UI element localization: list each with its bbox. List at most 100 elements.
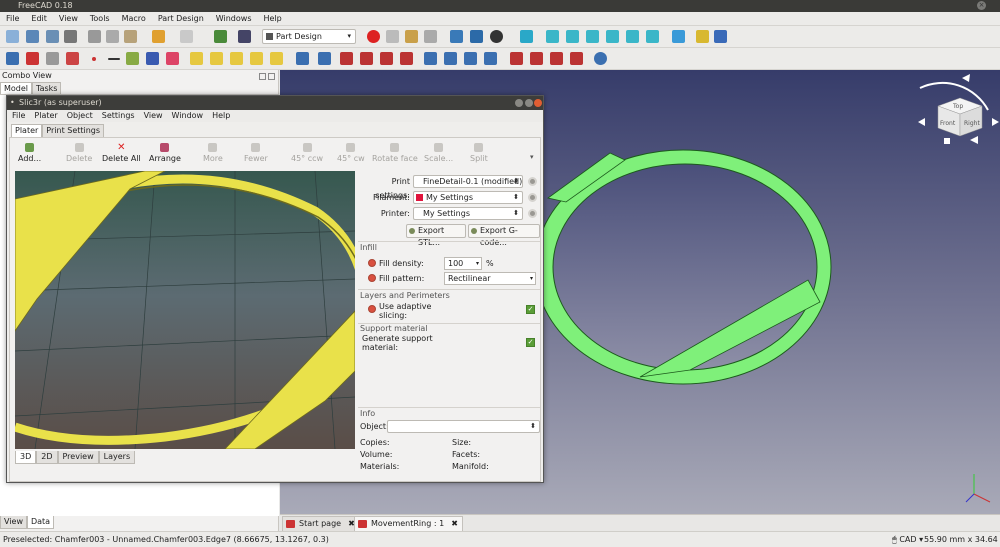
menu-tools[interactable]: Tools — [84, 12, 116, 23]
menu-edit[interactable]: Edit — [25, 12, 53, 23]
copy-icon[interactable] — [106, 30, 119, 43]
menu-macro[interactable]: Macro — [116, 12, 152, 23]
scale-button[interactable]: Scale... — [424, 143, 453, 163]
subtractive-primitive-icon[interactable] — [400, 52, 413, 65]
pad-icon[interactable] — [190, 52, 203, 65]
refresh-icon[interactable] — [214, 30, 227, 43]
ring-flat-lower[interactable] — [224, 310, 355, 449]
menu-windows[interactable]: Windows — [210, 12, 258, 23]
filament-gear-icon[interactable] — [528, 193, 537, 202]
view-right-icon[interactable] — [586, 30, 599, 43]
adaptive-reset-icon[interactable] — [368, 305, 376, 313]
delete-all-button[interactable]: ✕ Delete All — [102, 143, 141, 164]
redo-icon[interactable] — [180, 30, 193, 43]
menu-part-design[interactable]: Part Design — [152, 12, 210, 23]
pipe-icon[interactable] — [250, 52, 263, 65]
view-left-icon[interactable] — [646, 30, 659, 43]
subtractive-loft-icon[interactable] — [360, 52, 373, 65]
polar-pattern-icon[interactable] — [464, 52, 477, 65]
export-stl-button[interactable]: Export STL... — [406, 224, 466, 247]
shape-binder-icon[interactable] — [166, 52, 179, 65]
tab-model[interactable]: Model — [0, 82, 33, 94]
maximize-icon[interactable] — [525, 99, 533, 107]
tab-plater[interactable]: Plater — [11, 124, 43, 137]
close-icon[interactable] — [534, 99, 542, 107]
add-button[interactable]: Add... — [18, 143, 41, 163]
map-sketch-icon[interactable] — [66, 52, 79, 65]
menu-view[interactable]: View — [53, 12, 84, 23]
s-menu-file[interactable]: File — [7, 110, 29, 120]
close-window-icon[interactable]: × — [977, 1, 986, 10]
view-top-icon[interactable] — [566, 30, 579, 43]
view-rear-icon[interactable] — [606, 30, 619, 43]
arrange-button[interactable]: Arrange — [149, 143, 181, 163]
fit-selection-icon[interactable] — [470, 30, 483, 43]
tab-3d[interactable]: 3D — [15, 451, 37, 464]
toolbar-overflow-icon[interactable]: ▾ — [530, 153, 534, 161]
more-button[interactable]: More — [203, 143, 223, 163]
chamfer-icon[interactable] — [530, 52, 543, 65]
validate-sketch-icon[interactable] — [46, 52, 59, 65]
rotate-ccw-button[interactable]: 45° ccw — [291, 143, 323, 163]
subtractive-pipe-icon[interactable] — [380, 52, 393, 65]
fillet-icon[interactable] — [510, 52, 523, 65]
undo-icon[interactable] — [152, 30, 165, 43]
view-bottom-icon[interactable] — [626, 30, 639, 43]
view-isometric-icon[interactable] — [520, 30, 533, 43]
adaptive-slicing-checkbox[interactable]: ✓ — [526, 305, 535, 314]
printer-gear-icon[interactable] — [528, 209, 537, 218]
object-select[interactable]: ⬍ — [387, 420, 540, 433]
tab-layers[interactable]: Layers — [98, 451, 136, 464]
create-body-icon[interactable] — [6, 52, 19, 65]
tab-print-settings[interactable]: Print Settings — [42, 124, 105, 137]
navigation-cube[interactable]: Top Front Right — [918, 74, 999, 144]
navigation-style[interactable]: 🖱 CAD ▾ — [892, 532, 923, 547]
whats-this-icon[interactable] — [238, 30, 251, 43]
menu-file[interactable]: File — [0, 12, 25, 23]
fit-all-icon[interactable] — [450, 30, 463, 43]
rotate-cw-button[interactable]: 45° cw — [337, 143, 365, 163]
float-panel-icon[interactable] — [259, 73, 266, 80]
doc-tab-movementring[interactable]: MovementRing : 1 ✖ — [354, 516, 463, 531]
cut-icon[interactable] — [88, 30, 101, 43]
additive-primitive-icon[interactable] — [270, 52, 283, 65]
revolution-icon[interactable] — [210, 52, 223, 65]
minimize-icon[interactable] — [515, 99, 523, 107]
tab-preview[interactable]: Preview — [57, 451, 99, 464]
create-sketch-icon[interactable] — [26, 52, 39, 65]
s-menu-help[interactable]: Help — [207, 110, 234, 120]
print-settings-select[interactable]: FineDetail-0.1 (modified) ⬍ — [413, 175, 523, 188]
fewer-button[interactable]: Fewer — [244, 143, 268, 163]
close-panel-icon[interactable] — [268, 73, 275, 80]
datum-plane-icon[interactable] — [126, 52, 139, 65]
doc-tab-start-page[interactable]: Start page ✖ — [282, 516, 360, 531]
filament-select[interactable]: My Settings ⬍ — [413, 191, 523, 204]
tab-2d[interactable]: 2D — [36, 451, 58, 464]
draw-style-icon[interactable] — [490, 30, 503, 43]
tab-data[interactable]: Data — [26, 516, 55, 529]
delete-button[interactable]: Delete — [66, 143, 92, 163]
s-menu-window[interactable]: Window — [167, 110, 208, 120]
loft-icon[interactable] — [230, 52, 243, 65]
multi-transform-icon[interactable] — [484, 52, 497, 65]
thickness-icon[interactable] — [570, 52, 583, 65]
run-macro-icon[interactable] — [424, 30, 437, 43]
split-button[interactable]: Split — [470, 143, 488, 163]
s-menu-object[interactable]: Object — [62, 110, 97, 120]
draft-icon[interactable] — [550, 52, 563, 65]
plater-3d-view[interactable] — [15, 171, 355, 449]
new-document-icon[interactable] — [6, 30, 19, 43]
open-icon[interactable] — [26, 30, 39, 43]
save-icon[interactable] — [46, 30, 59, 43]
paste-icon[interactable] — [124, 30, 137, 43]
mirrored-icon[interactable] — [424, 52, 437, 65]
link-icon[interactable] — [696, 30, 709, 43]
tab-view[interactable]: View — [0, 516, 27, 529]
density-reset-icon[interactable] — [368, 259, 376, 267]
groove-icon[interactable] — [340, 52, 353, 65]
pocket-icon[interactable] — [296, 52, 309, 65]
menu-help[interactable]: Help — [258, 12, 288, 23]
fill-density-input[interactable]: 100 ▾ — [444, 257, 482, 270]
stop-macro-icon[interactable] — [386, 30, 399, 43]
print-icon[interactable] — [64, 30, 77, 43]
